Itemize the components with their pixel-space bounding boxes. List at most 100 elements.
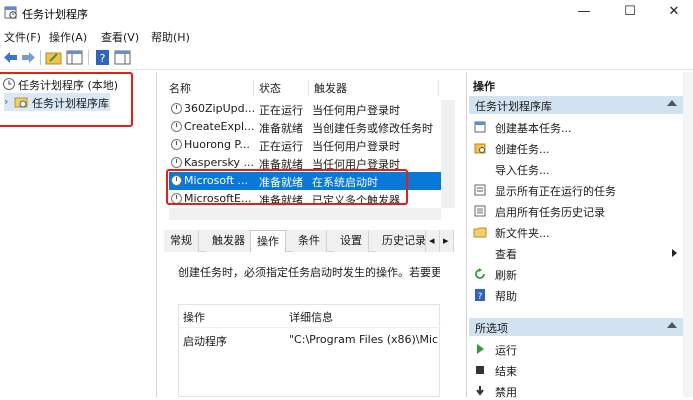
close-button[interactable]: ✕ [652,0,693,24]
column-header-name[interactable]: 名称 [164,80,254,96]
action-item[interactable]: 运行 [473,340,681,358]
menu-file[interactable]: 文件(F) [4,29,41,45]
actions-pane-scrollbar[interactable] [683,72,693,397]
action-item[interactable]: 刷新 [473,265,681,283]
svg-text:?: ? [100,52,106,65]
section-task-library[interactable]: 任务计划程序库 [469,96,683,114]
highlight-box [166,169,408,205]
detail-tab-strip: 常规 触发器 操作 条件 设置 历史记录 ◂ ▸ [164,230,454,252]
tab-general[interactable]: 常规 [164,230,199,252]
task-list-pane: 名称 状态 触发器 360ZipUpd... 正在运行 当任何用户登录时 Create… [164,72,460,397]
tab-actions[interactable]: 操作 [250,230,286,252]
run-icon [477,344,484,354]
action-details-cell[interactable]: "C:\Program Files (x86)\Micro [289,333,439,346]
task-name-cell: Huorong P... [184,138,250,151]
task-row[interactable]: 360ZipUpd... 正在运行 当任何用户登录时 [169,100,444,118]
tab-history[interactable]: 历史记录 [376,230,426,252]
menu-help[interactable]: 帮助(H) [151,29,190,45]
menu-bar: 文件(F) 操作(A) 查看(V) 帮助(H) [0,27,693,45]
show-hide-action-pane-icon[interactable] [114,49,131,66]
show-hide-console-tree-icon[interactable] [66,49,83,66]
actions-pane-title: 操作 [473,80,495,93]
tab-scroll-left-icon[interactable]: ◂ [426,230,440,252]
task-status-cell: 准备就绪 [259,122,303,135]
actions-table-header-details: 详细信息 [289,311,333,324]
action-item[interactable]: 查看 [473,244,681,262]
action-item-label: 创建任务... [495,143,550,156]
divider [179,327,441,328]
vertical-scrollbar[interactable] [441,100,455,208]
tab-triggers[interactable]: 触发器 [206,230,252,252]
task-name-cell: Kaspersky ... [184,156,254,169]
action-item-label: 运行 [495,344,517,357]
action-item[interactable]: 禁用 [473,382,681,400]
toolbar-separator [40,50,41,65]
task-row[interactable]: Huorong P... 正在运行 当任何用户登录时 [169,136,444,154]
tab-conditions[interactable]: 条件 [292,230,327,252]
task-trigger-cell: 当任何用户登录时 [312,104,400,117]
svg-text:?: ? [478,292,483,302]
action-item-label: 启用所有任务历史记录 [495,206,605,219]
section-selected-item[interactable]: 所选项 [469,318,683,336]
tab-scroll-right-icon[interactable]: ▸ [440,230,454,252]
disable-icon [476,386,484,396]
action-item[interactable]: 导入任务... [473,160,681,178]
action-item[interactable]: 显示所有正在运行的任务 [473,181,681,199]
help-book-icon[interactable]: ? [94,49,111,66]
column-header-trigger[interactable]: 触发器 [309,80,439,96]
action-item[interactable]: 结束 [473,361,681,379]
help-icon: ? [475,289,485,302]
action-item[interactable]: 创建任务... [473,139,681,157]
end-icon [476,366,484,374]
actions-pane: 操作 任务计划程序库 创建基本任务... 创建任务... 导入任务... 显示所有正在… [466,72,693,400]
task-name-cell: CreateExpl... [184,120,254,133]
collapse-up-icon[interactable] [667,322,677,328]
highlight-box [0,72,133,127]
action-item[interactable]: 启用所有任务历史记录 [473,202,681,220]
forward-arrow-icon[interactable] [20,49,37,66]
running-tasks-icon [474,184,486,196]
history-icon [474,205,486,217]
tab-settings[interactable]: 设置 [334,230,369,252]
menu-action[interactable]: 操作(A) [49,29,87,45]
task-scheduler-app-icon [4,6,17,19]
action-item[interactable]: 创建基本任务... [473,118,681,136]
action-item-label: 查看 [495,248,517,261]
task-status-cell: 正在运行 [259,140,303,153]
action-item-label: 帮助 [495,290,517,303]
task-clock-icon [171,139,182,150]
maximize-button[interactable]: ☐ [608,0,652,24]
section-task-library-label: 任务计划程序库 [475,100,552,113]
task-status-cell: 正在运行 [259,104,303,117]
action-cell[interactable]: 启动程序 [183,333,227,349]
action-item-label: 禁用 [495,386,517,399]
action-item-label: 新文件夹... [495,227,550,240]
task-name-cell: 360ZipUpd... [184,102,254,115]
up-folder-icon[interactable] [45,49,62,66]
horizontal-scrollbar[interactable] [169,208,441,220]
action-item[interactable]: 新文件夹... [473,223,681,241]
action-item-label: 导入任务... [495,164,550,177]
menu-view[interactable]: 查看(V) [101,29,139,45]
collapse-up-icon[interactable] [667,100,677,106]
create-task-icon [474,143,486,154]
section-selected-item-label: 所选项 [475,322,508,335]
task-row[interactable]: CreateExpl... 准备就绪 当创建任务或修改任务时 [169,118,444,136]
window-title: 任务计划程序 [22,8,88,21]
toolbar-separator [88,50,89,65]
task-clock-icon [171,121,182,132]
minimize-button[interactable]: — [562,0,606,24]
action-item-label: 创建基本任务... [495,122,572,135]
actions-table: 操作 详细信息 启动程序 "C:\Program Files (x86)\Mic… [178,304,441,397]
back-arrow-icon[interactable] [2,49,19,66]
task-trigger-cell: 当创建任务或修改任务时 [312,122,433,135]
actions-description: 创建任务时，必须指定任务启动时发生的操作。若要更改 [178,266,440,279]
action-item[interactable]: ? 帮助 [473,286,681,304]
column-header-status[interactable]: 状态 [254,80,309,96]
actions-table-header-action: 操作 [183,311,205,324]
task-clock-icon [171,103,182,114]
toolbar: ? [0,46,693,70]
refresh-icon [475,268,485,279]
task-scheduler-window: 任务计划程序 — ☐ ✕ 文件(F) 操作(A) 查看(V) 帮助(H) ? 任… [0,0,693,400]
folder-icon [473,227,487,238]
